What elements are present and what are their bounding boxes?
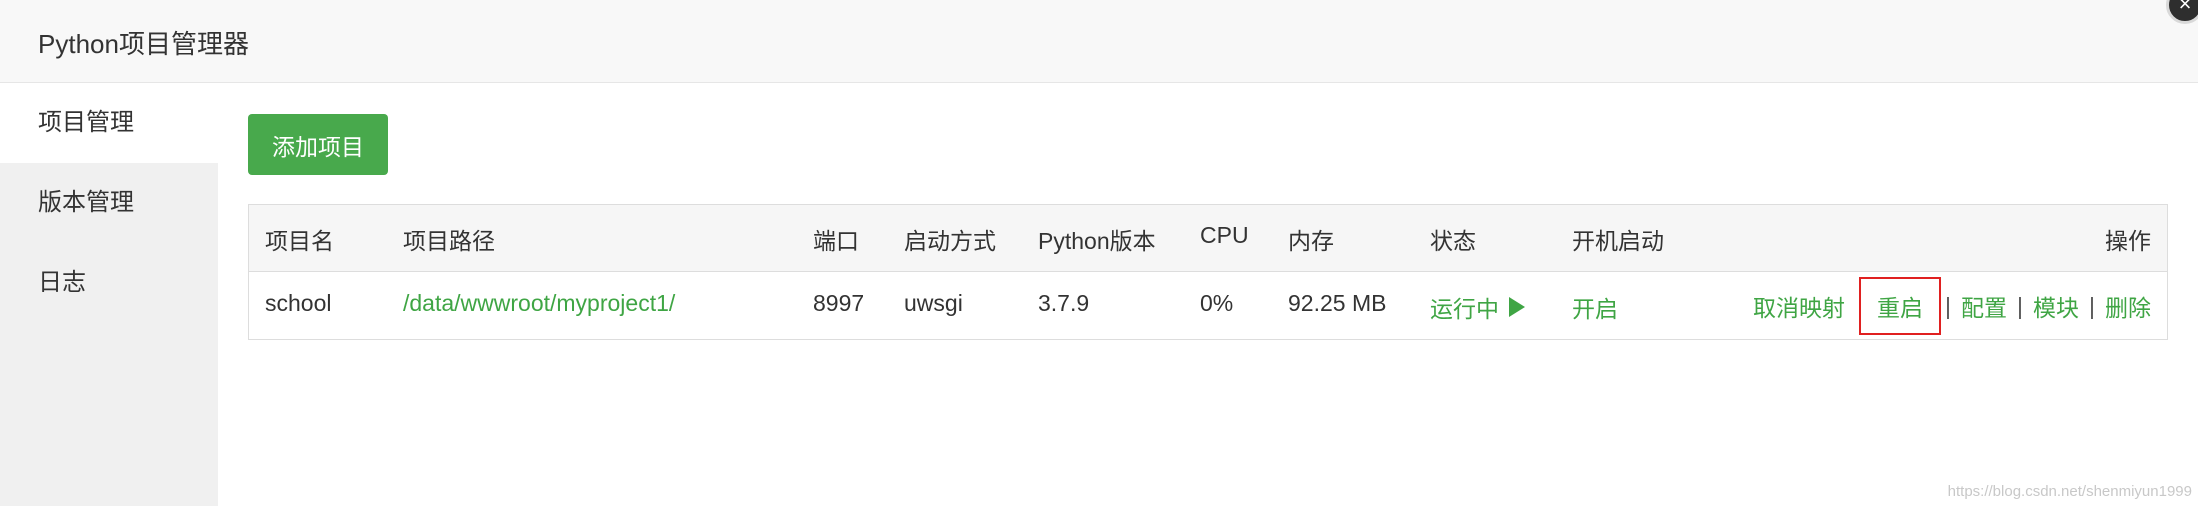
- unmap-link[interactable]: 取消映射: [1753, 289, 1845, 323]
- action-separator: |: [1945, 292, 1952, 319]
- project-path-link[interactable]: /data/wwwroot/myproject1/: [403, 290, 675, 317]
- python-project-manager-window: Python项目管理器 × 项目管理 版本管理 日志 添加项目 项目名 项目路径…: [0, 0, 2198, 506]
- cell-cpu: 0%: [1200, 290, 1234, 316]
- cell-python-version: 3.7.9: [1038, 290, 1090, 316]
- window-title: Python项目管理器: [38, 29, 249, 59]
- header-cpu: CPU: [1200, 222, 1249, 248]
- row-actions: 取消映射 重启 | 配置 | 模块 | 删除: [1753, 275, 2151, 337]
- cell-project-name: school: [265, 290, 332, 316]
- header-start-mode: 启动方式: [904, 228, 996, 254]
- cell-memory: 92.25 MB: [1288, 290, 1387, 316]
- play-icon: [1509, 297, 1525, 317]
- header-actions: 操作: [2105, 228, 2151, 254]
- delete-link[interactable]: 删除: [2105, 289, 2151, 323]
- table-header-row: 项目名 项目路径 端口 启动方式 Python版本 CPU 内存 状态 开机启动…: [249, 205, 2167, 272]
- header-project-name: 项目名: [265, 228, 334, 254]
- add-project-button[interactable]: 添加项目: [248, 114, 388, 175]
- header-memory: 内存: [1288, 228, 1334, 254]
- config-link[interactable]: 配置: [1961, 289, 2007, 323]
- cell-port: 8997: [813, 290, 865, 316]
- main-panel: 添加项目 项目名 项目路径 端口 启动方式 Python版本 CPU 内存 状态…: [218, 83, 2198, 506]
- header-python-version: Python版本: [1038, 228, 1156, 254]
- action-separator: |: [2017, 292, 2024, 319]
- cell-start-mode: uwsgi: [904, 290, 963, 316]
- header-port: 端口: [813, 228, 859, 254]
- sidebar: 项目管理 版本管理 日志: [0, 83, 218, 506]
- header-autostart: 开机启动: [1572, 228, 1664, 254]
- watermark: https://blog.csdn.net/shenmiyun1999: [1947, 483, 2192, 500]
- autostart-toggle[interactable]: 开启: [1572, 290, 1618, 324]
- modules-link[interactable]: 模块: [2033, 289, 2079, 323]
- header-project-path: 项目路径: [403, 228, 495, 254]
- header-status: 状态: [1430, 228, 1476, 254]
- sidebar-item-logs[interactable]: 日志: [0, 243, 218, 323]
- project-table: 项目名 项目路径 端口 启动方式 Python版本 CPU 内存 状态 开机启动…: [248, 204, 2168, 340]
- sidebar-item-project-management[interactable]: 项目管理: [0, 83, 218, 163]
- sidebar-item-version-management[interactable]: 版本管理: [0, 163, 218, 243]
- status-label: 运行中: [1430, 296, 1499, 322]
- restart-link[interactable]: 重启: [1859, 277, 1942, 335]
- action-separator: |: [2089, 292, 2095, 319]
- title-bar: Python项目管理器: [0, 0, 2198, 83]
- status-toggle[interactable]: 运行中: [1430, 290, 1525, 324]
